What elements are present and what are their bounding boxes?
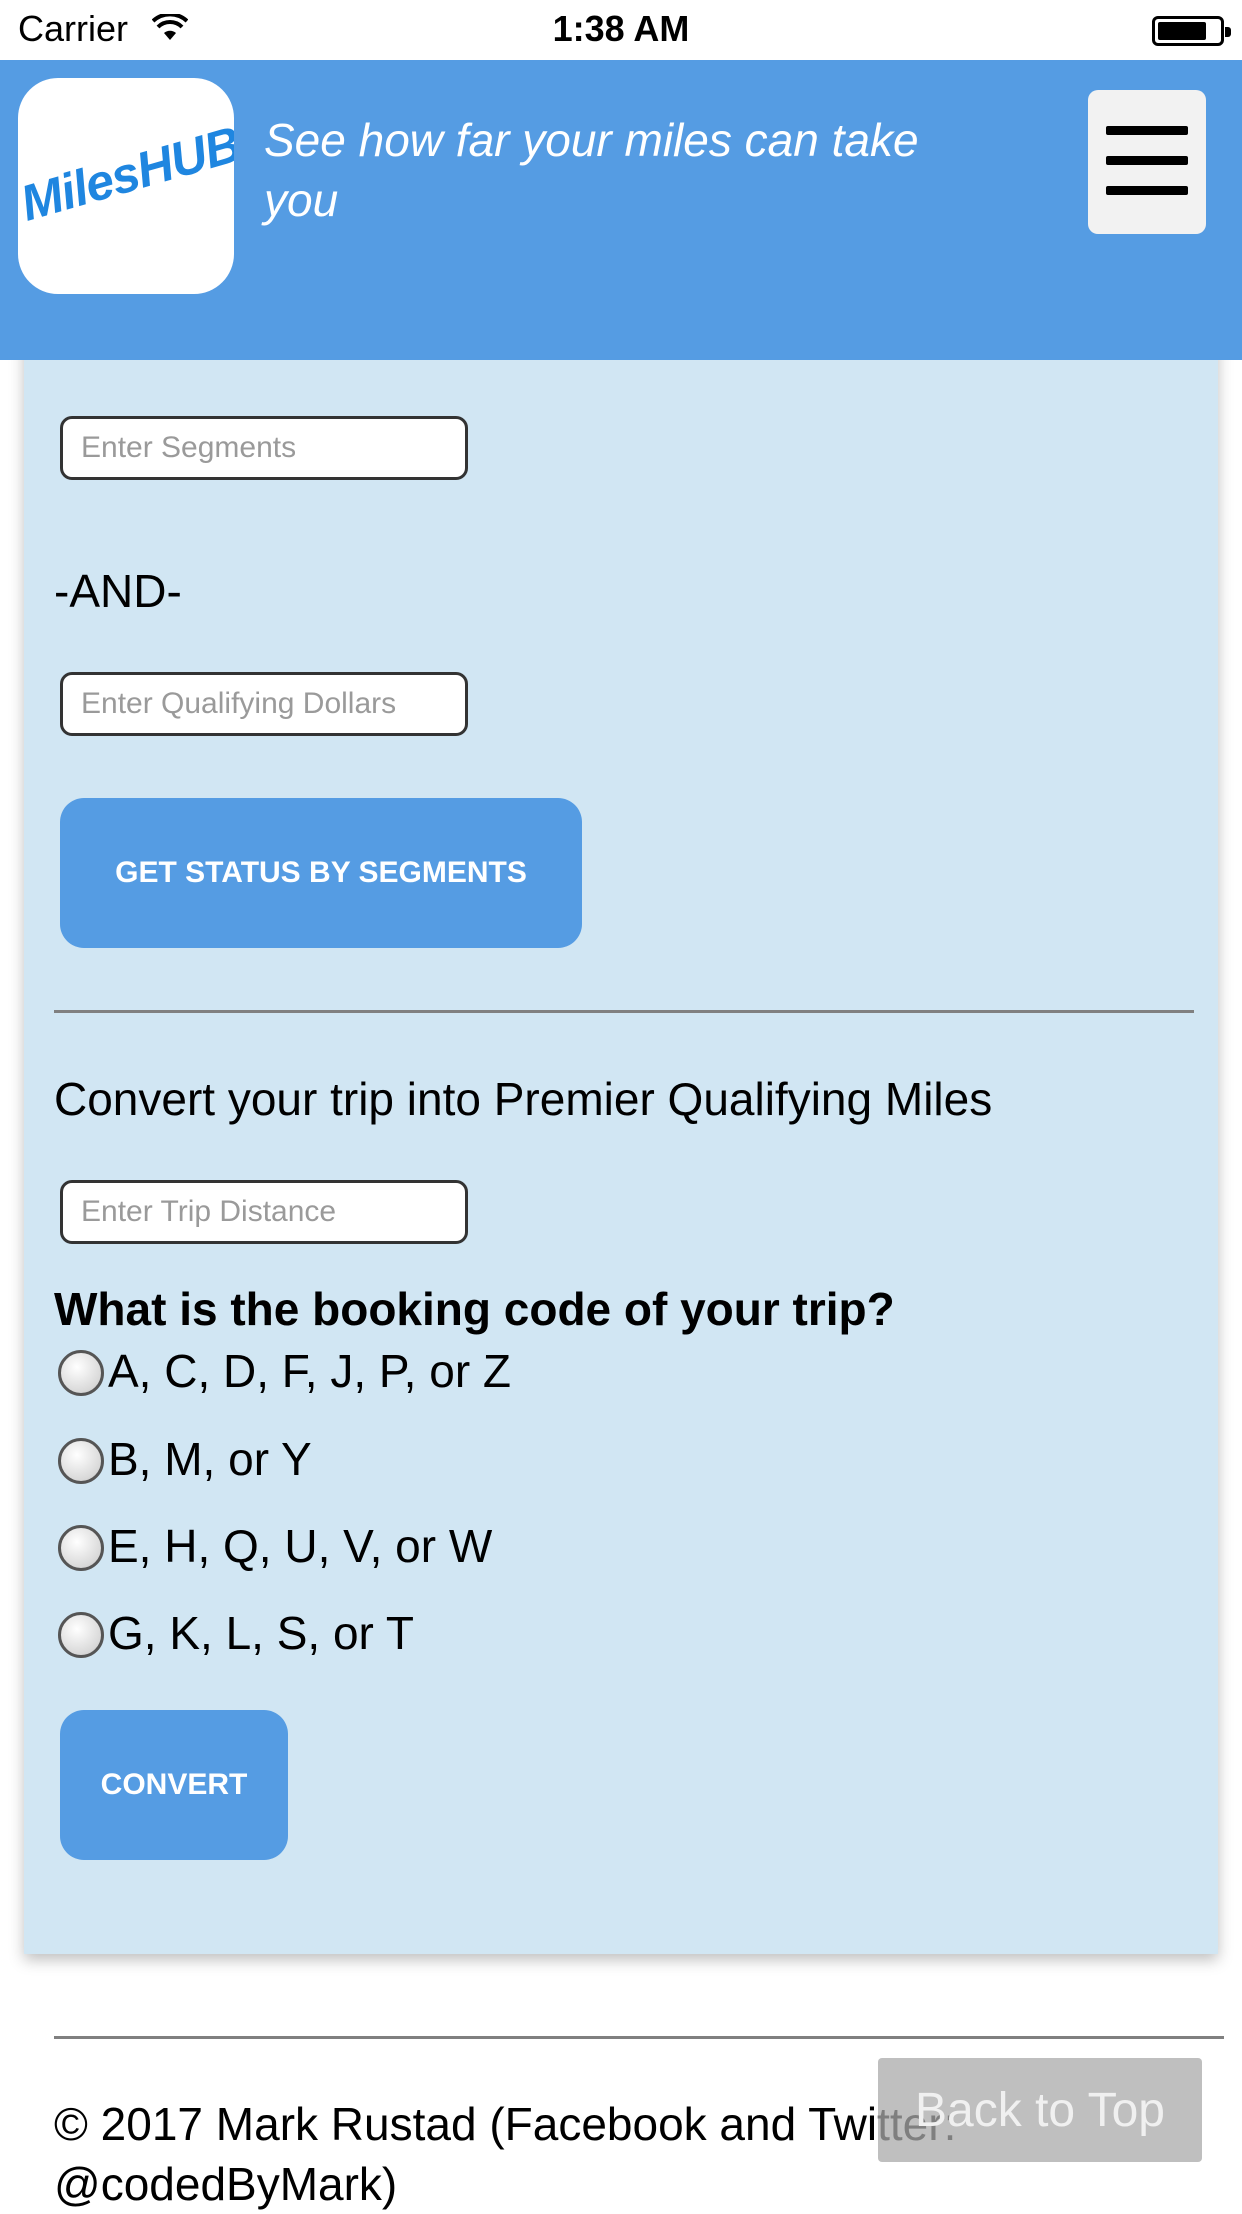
option-label: E, H, Q, U, V, or W (108, 1520, 493, 1572)
radio-button[interactable] (58, 1612, 104, 1658)
option-label: B, M, or Y (108, 1433, 312, 1485)
and-label: -AND- (54, 565, 182, 617)
trip-distance-input[interactable] (60, 1180, 468, 1244)
section-divider (54, 1010, 1194, 1013)
main-panel: Enter your segments and dollars to see y… (24, 300, 1218, 1954)
convert-button[interactable]: CONVERT (60, 1710, 288, 1860)
booking-code-question: What is the booking code of your trip? (54, 1283, 895, 1335)
radio-button[interactable] (58, 1350, 104, 1396)
option-label: G, K, L, S, or T (108, 1607, 414, 1659)
footer-divider (54, 2036, 1224, 2039)
back-to-top-button[interactable]: Back to Top (878, 2058, 1202, 2162)
hamburger-icon (1106, 126, 1188, 135)
status-bar: Carrier 1:38 AM (0, 0, 1242, 60)
segments-input[interactable] (60, 416, 468, 480)
radio-button[interactable] (58, 1438, 104, 1484)
hamburger-menu-button[interactable] (1088, 90, 1206, 234)
radio-button[interactable] (58, 1525, 104, 1571)
qualifying-dollars-input[interactable] (60, 672, 468, 736)
mileshub-logo[interactable]: MilesHUB (18, 78, 234, 294)
battery-icon (1152, 16, 1231, 46)
logo-text: MilesHUB (18, 115, 234, 232)
clock: 1:38 AM (552, 8, 690, 49)
tagline: See how far your miles can take you (264, 114, 919, 226)
option-label: A, C, D, F, J, P, or Z (108, 1345, 512, 1397)
app-header: MilesHUB See how far your miles can take… (0, 60, 1242, 360)
get-status-by-segments-button[interactable]: GET STATUS BY SEGMENTS (60, 798, 582, 948)
convert-heading: Convert your trip into Premier Qualifyin… (54, 1073, 993, 1125)
